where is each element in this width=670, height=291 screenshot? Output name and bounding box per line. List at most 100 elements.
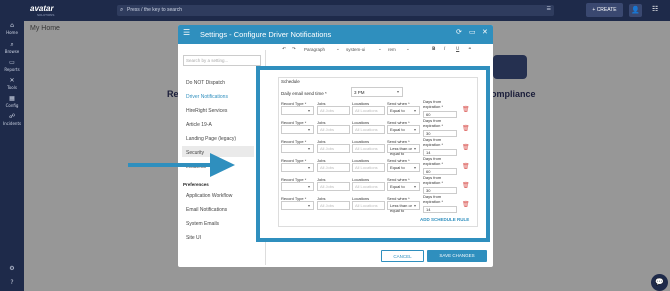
- nav-item-application-workflow[interactable]: Application Workflow: [186, 193, 232, 199]
- locations-select[interactable]: All Locations: [352, 144, 385, 153]
- trash-icon[interactable]: 🗑: [462, 182, 470, 189]
- send-when-select[interactable]: Less than or equal to ▾: [387, 144, 420, 156]
- jobs-select[interactable]: All Jobs: [317, 182, 350, 191]
- jobs-select[interactable]: All Jobs: [317, 125, 350, 134]
- nav-item-email-notifications[interactable]: Email Notifications: [186, 207, 227, 213]
- bold-icon[interactable]: B: [432, 47, 435, 52]
- send-when-value: Equal to: [390, 184, 405, 189]
- locations-placeholder: All Locations: [355, 127, 378, 132]
- italic-icon[interactable]: I: [444, 47, 445, 52]
- config-icon: ▦: [9, 95, 15, 102]
- font-select[interactable]: system-ui: [346, 47, 365, 52]
- days-from-expiration-input[interactable]: 14: [423, 149, 457, 156]
- record-type-select[interactable]: ▾: [281, 182, 314, 191]
- create-button[interactable]: + CREATE: [586, 3, 623, 17]
- send-when-select[interactable]: Less than or equal to ▾: [387, 201, 420, 213]
- trash-icon[interactable]: 🗑: [462, 163, 470, 170]
- jobs-select[interactable]: All Jobs: [317, 163, 350, 172]
- sidebar-item-reports[interactable]: ▭ Reports: [0, 59, 24, 72]
- days-value: 30: [426, 131, 431, 136]
- locations-select[interactable]: All Locations: [352, 201, 385, 210]
- grid-menu-icon[interactable]: ☷: [652, 5, 658, 13]
- sidebar-item-config[interactable]: ▦ Config: [0, 95, 24, 108]
- days-from-expiration-input[interactable]: 30: [423, 130, 457, 137]
- menu-icon[interactable]: ☰: [183, 28, 190, 37]
- sidebar-item-label: Incidents: [2, 121, 22, 126]
- global-search-input[interactable]: ⌕ Press / the key to search ☰: [117, 5, 554, 16]
- folder-icon: ▭: [9, 59, 15, 66]
- app-logo-sub: SOLUTIONS: [37, 13, 55, 17]
- search-icon: ⌕: [120, 6, 124, 13]
- modal-header: ☰ Settings - Configure Driver Notificati…: [178, 25, 493, 44]
- locations-select[interactable]: All Locations: [352, 125, 385, 134]
- cancel-button[interactable]: CANCEL: [381, 250, 424, 262]
- jobs-placeholder: All Jobs: [320, 108, 335, 113]
- jobs-placeholder: All Jobs: [320, 203, 335, 208]
- trash-icon[interactable]: 🗑: [462, 106, 470, 113]
- days-from-expiration-input[interactable]: 14: [423, 206, 457, 213]
- daily-send-time-select[interactable]: 3 PM ▾: [351, 87, 403, 97]
- days-from-expiration-input[interactable]: 30: [423, 187, 457, 194]
- record-type-select[interactable]: ▾: [281, 201, 314, 210]
- underline-icon[interactable]: U: [456, 47, 459, 52]
- days-from-expiration-input[interactable]: 60: [423, 111, 457, 118]
- send-when-select[interactable]: Equal to ▾: [387, 182, 420, 191]
- trash-icon[interactable]: 🗑: [462, 144, 470, 151]
- days-value: 60: [426, 169, 431, 174]
- sidebar-item-browse[interactable]: ⌕ Browse: [0, 41, 24, 54]
- locations-select[interactable]: All Locations: [352, 106, 385, 115]
- settings-gear-icon[interactable]: ⚙: [0, 265, 24, 272]
- sidebar-item-label: Home: [6, 30, 18, 35]
- jobs-select[interactable]: All Jobs: [317, 201, 350, 210]
- nav-item-do-not-dispatch[interactable]: Do NOT Dispatch: [186, 80, 225, 86]
- record-type-select[interactable]: ▾: [281, 106, 314, 115]
- jobs-select[interactable]: All Jobs: [317, 106, 350, 115]
- sidebar-item-incidents[interactable]: ☍ Incidents: [0, 113, 24, 126]
- days-from-expiration-label: Days from expiration *: [423, 175, 444, 185]
- nav-item-system-emails[interactable]: System Emails: [186, 221, 219, 227]
- help-icon[interactable]: ?: [0, 279, 24, 286]
- settings-search-input[interactable]: Search by a setting...: [183, 55, 261, 66]
- filter-icon[interactable]: ☰: [547, 6, 551, 12]
- jobs-placeholder: All Jobs: [320, 184, 335, 189]
- chevron-down-icon: ⌄: [378, 47, 382, 52]
- sidebar-item-tools[interactable]: ✕ Tools: [0, 77, 24, 90]
- record-type-select[interactable]: ▾: [281, 125, 314, 134]
- locations-select[interactable]: All Locations: [352, 163, 385, 172]
- locations-placeholder: All Locations: [355, 165, 378, 170]
- sidebar-item-label: Reports: [4, 67, 20, 72]
- refresh-icon[interactable]: ⟳: [456, 28, 462, 36]
- jobs-select[interactable]: All Jobs: [317, 144, 350, 153]
- locations-select[interactable]: All Locations: [352, 182, 385, 191]
- sidebar-item-label: Config: [5, 103, 19, 108]
- link-icon[interactable]: ⚭: [468, 47, 472, 52]
- avatar[interactable]: 👤: [629, 4, 642, 17]
- record-type-select[interactable]: ▾: [281, 144, 314, 153]
- size-select[interactable]: rem: [388, 47, 396, 52]
- nav-item-article-19a[interactable]: Article 19-A: [186, 122, 212, 128]
- record-type-select[interactable]: ▾: [281, 163, 314, 172]
- nav-item-hireright[interactable]: HireRight Services: [186, 108, 227, 114]
- nav-item-landing-page[interactable]: Landing Page (legacy): [186, 136, 236, 142]
- nav-item-driver-notifications[interactable]: Driver Notifications: [186, 94, 228, 100]
- paragraph-select[interactable]: Paragraph: [304, 47, 325, 52]
- days-from-expiration-input[interactable]: 60: [423, 168, 457, 175]
- sidebar-item-home[interactable]: ⌂ Home: [0, 22, 24, 35]
- redo-icon[interactable]: ↷: [292, 47, 296, 52]
- send-when-select[interactable]: Equal to ▾: [387, 106, 420, 115]
- minimize-icon[interactable]: ▭: [469, 28, 476, 36]
- days-value: 14: [426, 207, 431, 212]
- chevron-down-icon: ⌄: [406, 47, 410, 52]
- undo-icon[interactable]: ↶: [282, 47, 286, 52]
- send-when-select[interactable]: Equal to ▾: [387, 163, 420, 172]
- modal-title: Settings - Configure Driver Notification…: [200, 30, 332, 39]
- chevron-down-icon: ▾: [413, 146, 416, 151]
- add-schedule-rule-button[interactable]: ADD SCHEDULE RULE: [420, 217, 469, 222]
- send-when-select[interactable]: Equal to ▾: [387, 125, 420, 134]
- save-changes-button[interactable]: SAVE CHANGES: [427, 250, 487, 262]
- chat-icon[interactable]: 💬: [651, 274, 668, 291]
- nav-item-site-ui[interactable]: Site UI: [186, 235, 201, 241]
- trash-icon[interactable]: 🗑: [462, 125, 470, 132]
- trash-icon[interactable]: 🗑: [462, 201, 470, 208]
- close-icon[interactable]: ✕: [482, 28, 488, 36]
